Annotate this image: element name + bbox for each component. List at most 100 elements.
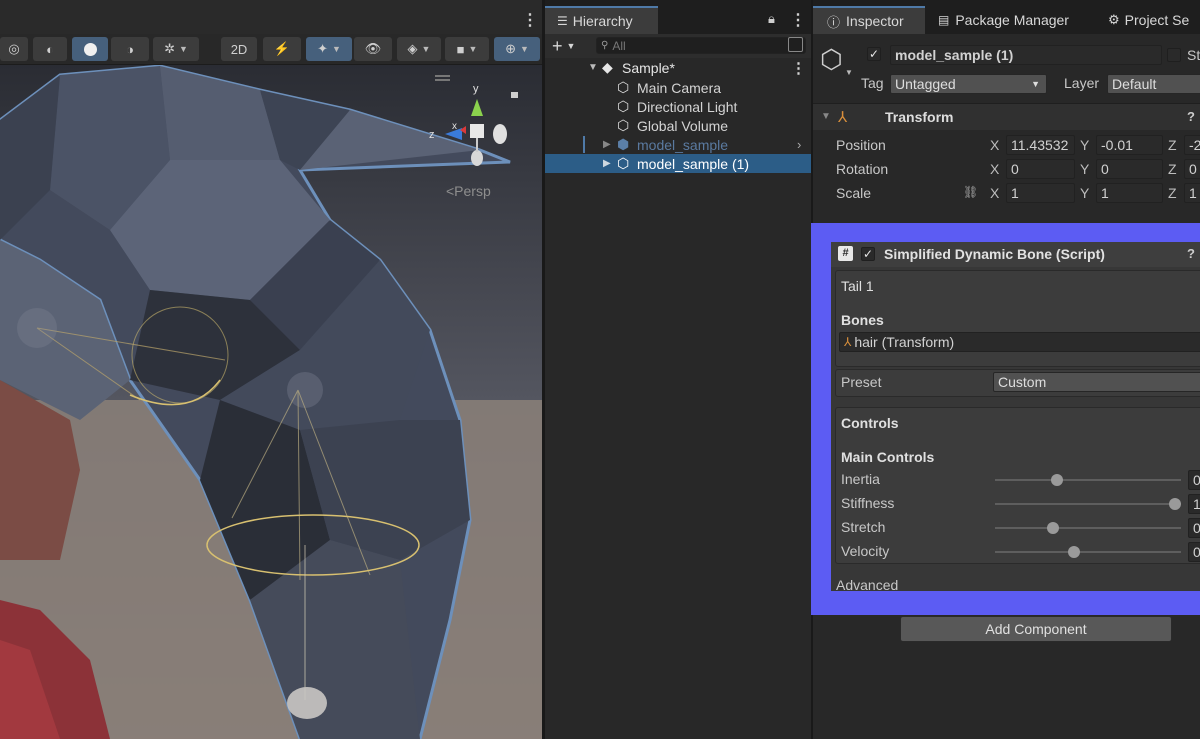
scale-z-field[interactable]: 1: [1184, 183, 1200, 203]
hierarchy-row-model-sample-1[interactable]: ▶ ⬡ model_sample (1): [545, 154, 811, 173]
tab-hierarchy[interactable]: ☰ Hierarchy: [545, 6, 658, 34]
slider-value-field[interactable]: 0: [1188, 470, 1200, 490]
script-enabled-checkbox[interactable]: ✓: [861, 247, 875, 261]
scene-menu-icon[interactable]: ⋮: [791, 59, 806, 77]
axis-x-label[interactable]: X: [990, 185, 999, 201]
advanced-label[interactable]: Advanced: [836, 577, 898, 593]
shaded-wireframe-icon[interactable]: ◐: [33, 37, 67, 61]
tab-label: Inspector: [846, 13, 904, 29]
hierarchy-menu-icon[interactable]: ⋮: [790, 10, 806, 30]
slider-knob[interactable]: [1169, 498, 1181, 510]
active-checkbox[interactable]: ✓: [867, 47, 881, 61]
gizmo-z-label: z: [429, 129, 435, 141]
wireframe-shading-icon[interactable]: ◎: [0, 37, 28, 61]
orientation-gizmo[interactable]: y z x: [420, 74, 530, 174]
debug-draw-icon[interactable]: ✲ ▼: [153, 37, 199, 61]
axis-z-label[interactable]: Z: [1168, 137, 1177, 153]
rotation-y-field[interactable]: 0: [1096, 159, 1163, 179]
perspective-label[interactable]: <Persp: [446, 183, 491, 199]
hierarchy-row-model-sample[interactable]: ▶ ⬢ model_sample ›: [545, 135, 811, 154]
help-icon[interactable]: ?: [1187, 246, 1195, 261]
static-label: St: [1187, 47, 1200, 63]
axis-y-label[interactable]: Y: [1080, 185, 1089, 201]
constrain-proportions-icon[interactable]: ⛓: [963, 185, 978, 199]
position-z-field[interactable]: -2: [1184, 135, 1200, 155]
axis-x-label[interactable]: X: [990, 161, 999, 177]
axis-z-label[interactable]: Z: [1168, 185, 1177, 201]
shaded-mode-icon[interactable]: [72, 37, 108, 61]
bones-field[interactable]: ⅄ hair (Transform): [839, 332, 1200, 352]
object-name-field[interactable]: model_sample (1): [890, 45, 1162, 65]
tag-dropdown[interactable]: Untagged ▼: [890, 74, 1047, 94]
expand-arrow-icon[interactable]: ▼: [588, 62, 598, 73]
tab-inspector[interactable]: ⓘ Inspector: [813, 6, 925, 34]
static-checkbox[interactable]: [1167, 48, 1181, 62]
slider-track[interactable]: [995, 551, 1181, 553]
lock-icon[interactable]: 🔒︎: [768, 11, 775, 27]
gameobject-icon: ⬡: [617, 117, 630, 133]
tab-package-manager[interactable]: ▤ Package Manager: [938, 6, 1069, 34]
hierarchy-row-main-camera[interactable]: ⬡ Main Camera: [545, 78, 811, 97]
lighting-toggle-icon[interactable]: ⚡: [263, 37, 301, 61]
slider-label: Inertia: [841, 471, 880, 487]
script-hash-icon: #: [838, 246, 853, 261]
hierarchy-row-directional-light[interactable]: ⬡ Directional Light: [545, 97, 811, 116]
gizmo-y-label: y: [473, 83, 479, 95]
tail-box: [835, 270, 1200, 367]
add-component-button[interactable]: Add Component: [900, 616, 1172, 642]
unlit-mode-icon[interactable]: ◑: [111, 37, 149, 61]
preset-dropdown[interactable]: Custom: [993, 372, 1200, 392]
scale-y-field[interactable]: 1: [1096, 183, 1163, 203]
hierarchy-row-label: model_sample: [637, 136, 729, 153]
chevron-down-icon[interactable]: ▼: [845, 68, 853, 77]
slider-knob[interactable]: [1068, 546, 1081, 558]
rotation-x-field[interactable]: 0: [1006, 159, 1075, 179]
hierarchy-row-global-volume[interactable]: ⬡ Global Volume: [545, 116, 811, 135]
effects-toggle-icon[interactable]: ✦ ▼: [306, 37, 352, 61]
axis-z-label[interactable]: Z: [1168, 161, 1177, 177]
hierarchy-search-input[interactable]: ⚲ All: [596, 37, 806, 54]
position-x-field[interactable]: 11.43532: [1006, 135, 1075, 155]
scale-y-value: 1: [1101, 185, 1109, 201]
tab-project-settings[interactable]: ⚙ Project Se: [1108, 6, 1200, 34]
slider-track[interactable]: [995, 479, 1181, 481]
scene-visibility-icon[interactable]: 👁: [354, 37, 392, 61]
transform-header[interactable]: [813, 104, 1200, 130]
rotation-z-field[interactable]: 0: [1184, 159, 1200, 179]
add-object-button[interactable]: + ▼: [552, 36, 575, 57]
foldout-arrow-icon[interactable]: ▼: [821, 111, 831, 122]
position-y-field[interactable]: -0.01: [1096, 135, 1163, 155]
axis-y-label[interactable]: Y: [1080, 161, 1089, 177]
chevron-right-icon[interactable]: ›: [797, 137, 801, 152]
layers-icon[interactable]: ◈ ▼: [397, 37, 441, 61]
slider-value-field[interactable]: 0: [1188, 518, 1200, 538]
axis-x-label[interactable]: X: [990, 137, 999, 153]
tail-label: Tail 1: [841, 278, 874, 294]
scene-menu-icon[interactable]: ⋮: [522, 10, 538, 30]
slider-track[interactable]: [995, 527, 1181, 529]
position-label: Position: [836, 137, 886, 153]
expand-arrow-icon[interactable]: ▶: [603, 158, 611, 169]
scene-view[interactable]: ⋮ ◎ ◐ ◑ ✲ ▼ 2D ⚡ ✦ ▼ 👁 ◈ ▼ ■ ▼ ⊕ ▼ y z x <Per…: [0, 0, 542, 739]
slider-knob[interactable]: [1050, 474, 1063, 486]
gizmos-icon[interactable]: ⊕ ▼: [494, 37, 540, 61]
expand-arrow-icon[interactable]: ▶: [603, 139, 611, 150]
scale-x-field[interactable]: 1: [1006, 183, 1075, 203]
hierarchy-row-scene[interactable]: ▼ ◆ Sample* ⋮: [545, 58, 811, 77]
gameobject-icon: ⬡: [617, 98, 630, 114]
scale-x-value: 1: [1011, 185, 1019, 201]
slider-value-field[interactable]: 0: [1188, 542, 1200, 562]
help-icon[interactable]: ?: [1187, 109, 1195, 124]
search-placeholder: All: [612, 38, 626, 53]
axis-y-label[interactable]: Y: [1080, 137, 1089, 153]
rotation-z-value: 0: [1189, 161, 1197, 177]
unity-scene-icon: ◆: [602, 59, 613, 75]
position-x-value: 11.43532: [1011, 137, 1069, 153]
toggle-2d-icon[interactable]: 2D: [221, 37, 257, 61]
slider-value-field[interactable]: 1: [1188, 494, 1200, 514]
search-options-icon[interactable]: [788, 37, 803, 52]
camera-icon[interactable]: ■ ▼: [445, 37, 489, 61]
layer-dropdown[interactable]: Default: [1107, 74, 1200, 94]
hierarchy-row-label: Global Volume: [637, 117, 729, 134]
slider-track[interactable]: [995, 503, 1181, 505]
